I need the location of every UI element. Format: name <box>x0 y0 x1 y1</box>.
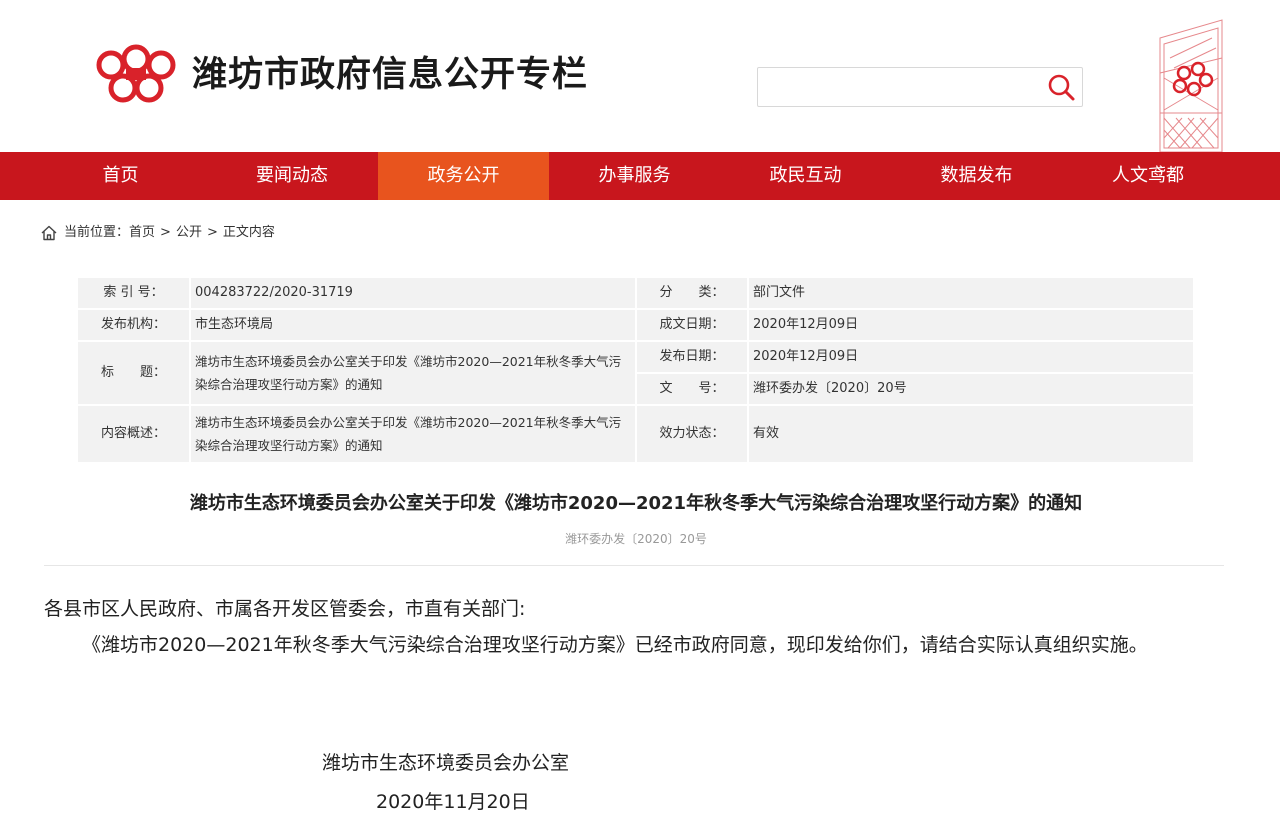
nav-item-culture[interactable]: 人文鸢都 <box>1062 152 1234 200</box>
signature-organization: 潍坊市生态环境委员会办公室 <box>322 752 570 774</box>
nav-item-services[interactable]: 办事服务 <box>549 152 720 200</box>
nav-item-home[interactable]: 首页 <box>35 152 206 200</box>
main-nav: 首页 要闻动态 政务公开 办事服务 政民互动 数据发布 人文鸢都 <box>0 152 1280 200</box>
weifang-kite-logo[interactable] <box>96 44 176 106</box>
breadcrumb-separator: > <box>160 225 171 240</box>
breadcrumb-public-link[interactable]: 公开 <box>176 225 202 240</box>
document-meta-table: 索 引 号： 004283722/2020-31719 分 类： 部门文件 发布… <box>76 276 1195 464</box>
breadcrumb-separator: > <box>206 225 218 240</box>
site-header: 潍坊市政府信息公开专栏 <box>0 0 1280 152</box>
meta-label-publisher: 发布机构： <box>76 308 191 342</box>
nav-item-government-affairs[interactable]: 政务公开 <box>378 152 549 200</box>
table-row: 索 引 号： 004283722/2020-31719 分 类： 部门文件 <box>76 276 1195 310</box>
meta-value-category: 部门文件 <box>747 276 1195 310</box>
search-box <box>757 67 1083 107</box>
meta-value-title: 潍坊市生态环境委员会办公室关于印发《潍坊市2020—2021年秋冬季大气污染综合… <box>189 340 637 406</box>
breadcrumb: 当前位置：首页 > 公开 > 正文内容 <box>40 222 275 244</box>
nav-item-data[interactable]: 数据发布 <box>891 152 1062 200</box>
meta-value-publisher: 市生态环境局 <box>189 308 637 342</box>
breadcrumb-prefix: 当前位置： <box>64 225 130 240</box>
meta-value-publish-date: 2020年12月09日 <box>747 340 1195 374</box>
table-row: 标 题： 潍坊市生态环境委员会办公室关于印发《潍坊市2020—2021年秋冬季大… <box>76 340 1195 406</box>
table-row: 发布机构： 市生态环境局 成文日期： 2020年12月09日 <box>76 308 1195 342</box>
meta-label-index-no: 索 引 号： <box>76 276 191 310</box>
kite-decoration <box>1159 19 1223 152</box>
meta-value-doc-no: 潍环委办发〔2020〕20号 <box>747 372 1195 406</box>
meta-value-summary: 潍坊市生态环境委员会办公室关于印发《潍坊市2020—2021年秋冬季大气污染综合… <box>189 404 637 464</box>
breadcrumb-current: 正文内容 <box>222 225 275 240</box>
meta-value-index-no: 004283722/2020-31719 <box>189 276 637 310</box>
meta-label-title: 标 题： <box>76 340 191 406</box>
meta-label-doc-no: 文 号： <box>635 372 749 406</box>
article-salutation: 各县市区人民政府、市属各开发区管委会，市直有关部门: <box>44 598 526 620</box>
meta-label-written-date: 成文日期： <box>635 308 749 342</box>
search-icon[interactable] <box>1046 72 1078 104</box>
meta-label-summary: 内容概述： <box>76 404 191 464</box>
meta-value-written-date: 2020年12月09日 <box>747 308 1195 342</box>
meta-value-validity: 有效 <box>747 404 1195 464</box>
table-row: 内容概述： 潍坊市生态环境委员会办公室关于印发《潍坊市2020—2021年秋冬季… <box>76 404 1195 464</box>
breadcrumb-home-link[interactable]: 首页 <box>129 225 155 240</box>
signature-date: 2020年11月20日 <box>376 791 530 813</box>
site-title: 潍坊市政府信息公开专栏 <box>192 55 589 95</box>
article-title: 潍坊市生态环境委员会办公室关于印发《潍坊市2020—2021年秋冬季大气污染综合… <box>189 493 1083 514</box>
meta-label-category: 分 类： <box>635 276 749 310</box>
article-doc-number: 潍环委办发〔2020〕20号 <box>565 532 707 546</box>
search-input[interactable] <box>766 76 1040 100</box>
home-icon <box>41 225 57 240</box>
divider <box>44 565 1224 566</box>
article-body-paragraph: 《潍坊市2020—2021年秋冬季大气污染综合治理攻坚行动方案》已经市政府同意，… <box>82 634 1148 656</box>
meta-label-publish-date: 发布日期： <box>635 340 749 374</box>
nav-item-news[interactable]: 要闻动态 <box>206 152 378 200</box>
meta-label-validity: 效力状态： <box>635 404 749 464</box>
nav-item-interaction[interactable]: 政民互动 <box>720 152 891 200</box>
